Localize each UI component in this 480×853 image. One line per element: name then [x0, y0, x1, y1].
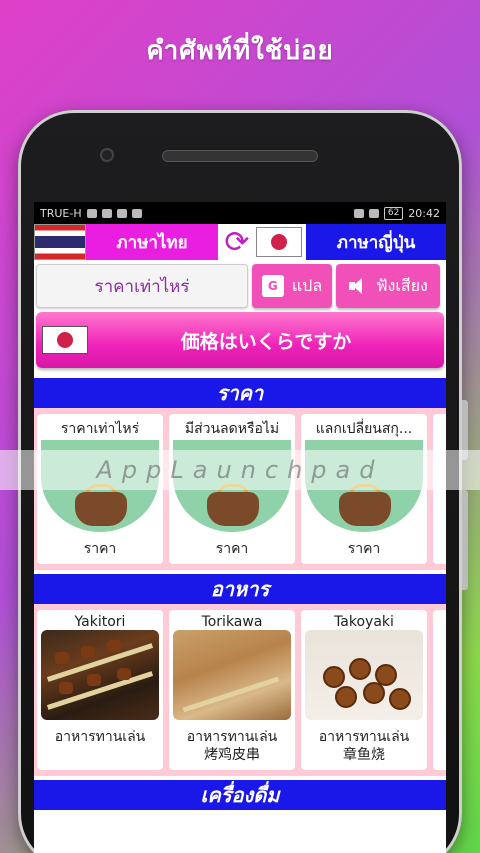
facebook-icon: [116, 208, 127, 218]
card-title: ราคาเท่าไหร่: [60, 421, 140, 437]
earpiece-speaker: [162, 150, 318, 162]
japan-flag-icon: [42, 326, 88, 354]
card-title: Takoyaki: [334, 614, 394, 630]
speaker-icon: [348, 276, 368, 296]
watermark: AppLaunchpad: [0, 450, 480, 490]
result-text: 価格はいくらですか: [180, 330, 352, 353]
translation-result[interactable]: 価格はいくらですか: [36, 312, 444, 368]
thai-flag-icon: [34, 224, 86, 260]
card-title: Torikawa: [201, 614, 263, 630]
card-chinese-name: 章鱼烧: [342, 747, 385, 763]
card-category: อาหารทานเล่น 章鱼烧: [318, 729, 410, 763]
battery-indicator: 62: [383, 206, 404, 220]
section-header-drinks: เครื่องดื่ม: [34, 776, 446, 810]
phrase-card[interactable]: [433, 610, 446, 770]
source-language-button[interactable]: ภาษาไทย: [86, 224, 218, 260]
wifi-icon: [101, 208, 112, 218]
section-header-food: อาหาร: [34, 570, 446, 604]
target-language-button[interactable]: ภาษาญี่ปุ่น: [306, 224, 446, 260]
signal-icon: [86, 208, 97, 218]
eye-icon: [353, 208, 364, 218]
card-title: Yakitori: [74, 614, 126, 630]
youtube-icon: [131, 208, 142, 218]
torikawa-image: [173, 630, 291, 720]
phrase-card[interactable]: Yakitori อาหารทานเล่น: [37, 610, 163, 770]
power-button: [462, 490, 468, 590]
google-translate-icon: G: [261, 275, 284, 297]
status-bar: TRUE-H 62 20:42: [34, 202, 446, 224]
card-category: อาหารทานเล่น: [54, 729, 146, 745]
takoyaki-image: [305, 630, 423, 720]
front-camera: [100, 148, 114, 162]
input-row: ราคาเท่าไหร่ G แปล ฟังเสียง: [34, 260, 446, 312]
japan-flag-icon: [256, 227, 302, 257]
card-title: มีส่วนลดหรือไม่: [184, 421, 280, 437]
listen-label: ฟังเสียง: [376, 275, 428, 295]
translate-button[interactable]: G แปล: [252, 264, 332, 308]
bluetooth-icon: [368, 208, 379, 218]
swap-language-button[interactable]: ⟳: [218, 224, 256, 260]
section-header-price: ราคา: [34, 374, 446, 408]
carrier-label: TRUE-H: [40, 206, 82, 220]
phrase-input[interactable]: ราคาเท่าไหร่: [36, 264, 248, 308]
phrase-card[interactable]: Takoyaki อาหารทานเล่น 章鱼烧: [301, 610, 427, 770]
food-card-list[interactable]: Yakitori อาหารทานเล่น Torikawa อาหารทานเ…: [34, 604, 446, 776]
clock: 20:42: [408, 206, 440, 220]
listen-button[interactable]: ฟังเสียง: [336, 264, 440, 308]
yakitori-image: [41, 630, 159, 720]
phrase-card[interactable]: Torikawa อาหารทานเล่น 烤鸡皮串: [169, 610, 295, 770]
translate-label: แปล: [291, 275, 323, 295]
card-category: อาหารทานเล่น 烤鸡皮串: [186, 729, 278, 763]
card-category: ราคา: [347, 541, 381, 557]
card-category: ราคา: [215, 541, 249, 557]
card-title: แลกเปลี่ยนสกุ...: [315, 421, 413, 437]
app-screen: TRUE-H 62 20:42 ภาษาไทย ⟳ ภาษาญี่ปุ่น รา…: [34, 202, 446, 853]
language-bar: ภาษาไทย ⟳ ภาษาญี่ปุ่น: [34, 224, 446, 260]
card-chinese-name: 烤鸡皮串: [203, 747, 260, 763]
refresh-icon: ⟳: [224, 224, 250, 260]
card-category: ราคา: [83, 541, 117, 557]
banner-title: คำศัพท์ที่ใช้บ่อย: [146, 36, 334, 66]
